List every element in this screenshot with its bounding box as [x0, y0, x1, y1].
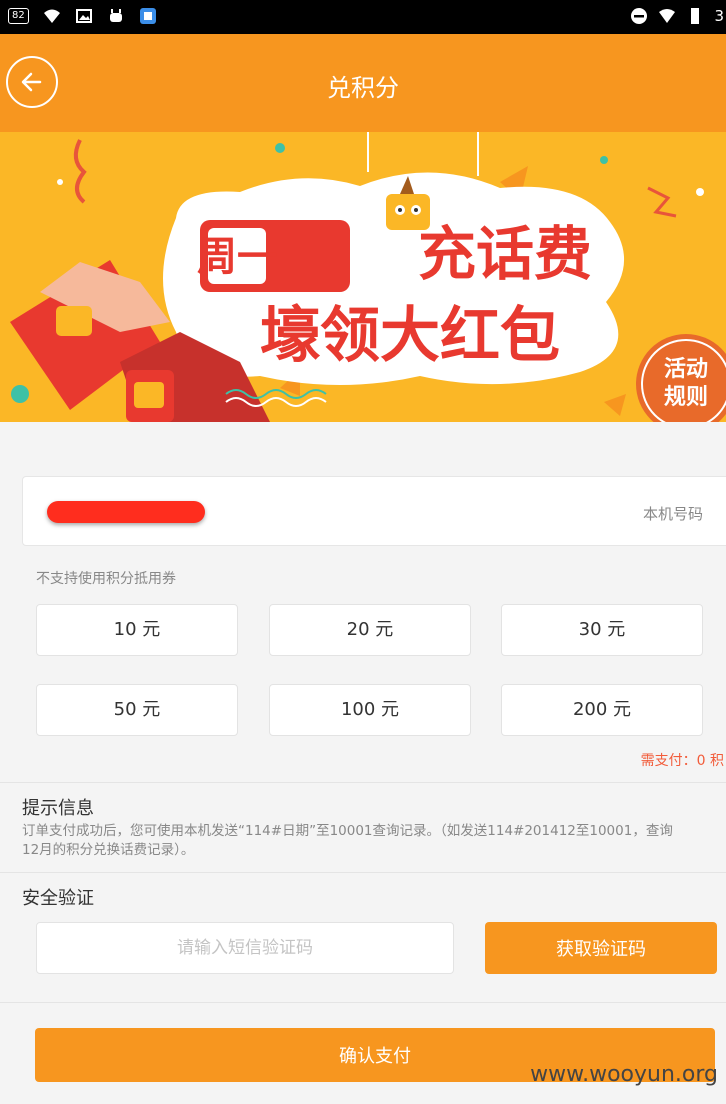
security-title: 安全验证	[22, 888, 94, 909]
do-not-disturb-icon	[631, 8, 648, 24]
divider	[0, 872, 726, 873]
status-right-text: 3	[714, 7, 724, 25]
page-title: 兑积分	[327, 74, 399, 102]
amount-option-200[interactable]: 200 元	[501, 684, 703, 736]
status-bar: 82 3	[0, 0, 726, 34]
image-icon	[75, 9, 92, 23]
app-notification-icon	[139, 8, 156, 24]
phone-number-card[interactable]: 本机号码	[22, 476, 726, 546]
divider	[0, 1002, 726, 1003]
amount-option-50[interactable]: 50 元	[36, 684, 238, 736]
tips-title: 提示信息	[22, 798, 94, 819]
phone-number-tag: 本机号码	[642, 505, 703, 523]
app-header: 兑积分	[0, 34, 726, 132]
activity-rules-label-2[interactable]: 规则	[664, 385, 708, 410]
tips-line-2: 12月的积分兑换话费记录）。	[22, 842, 195, 858]
banner-boxed-text: 周一	[197, 234, 277, 280]
sms-code-input[interactable]	[36, 922, 454, 974]
android-icon	[109, 9, 122, 22]
coupon-note: 不支持使用积分抵用券	[36, 571, 176, 587]
payment-amount: 需支付：0 积	[640, 753, 724, 769]
signal-icon	[659, 9, 676, 23]
watermark: www.wooyun.org	[530, 1062, 718, 1087]
banner-subheadline: 壕领大红包	[260, 301, 560, 371]
promo-banner[interactable]: 周一 充话费 壕领大红包 活动 规则	[0, 132, 726, 422]
tips-text: 订单支付成功后，您可使用本机发送“114#日期”至10001查询记录。（如发送1…	[22, 822, 726, 860]
divider	[0, 782, 726, 783]
amount-option-100[interactable]: 100 元	[269, 684, 471, 736]
redacted-phone-number	[47, 501, 205, 523]
get-code-button[interactable]: 获取验证码	[485, 922, 717, 974]
amount-option-10[interactable]: 10 元	[36, 604, 238, 656]
activity-rules-label-1[interactable]: 活动	[664, 357, 708, 382]
wifi-question-icon	[43, 9, 60, 23]
banner-headline: 充话费	[418, 220, 592, 288]
battery-icon	[691, 8, 700, 24]
amount-option-20[interactable]: 20 元	[269, 604, 471, 656]
battery-badge: 82	[8, 8, 29, 24]
banner-illustration: 周一 充话费 壕领大红包 活动 规则	[10, 132, 726, 422]
amount-option-30[interactable]: 30 元	[501, 604, 703, 656]
tips-line-1: 订单支付成功后，您可使用本机发送“114#日期”至10001查询记录。（如发送1…	[22, 823, 673, 839]
